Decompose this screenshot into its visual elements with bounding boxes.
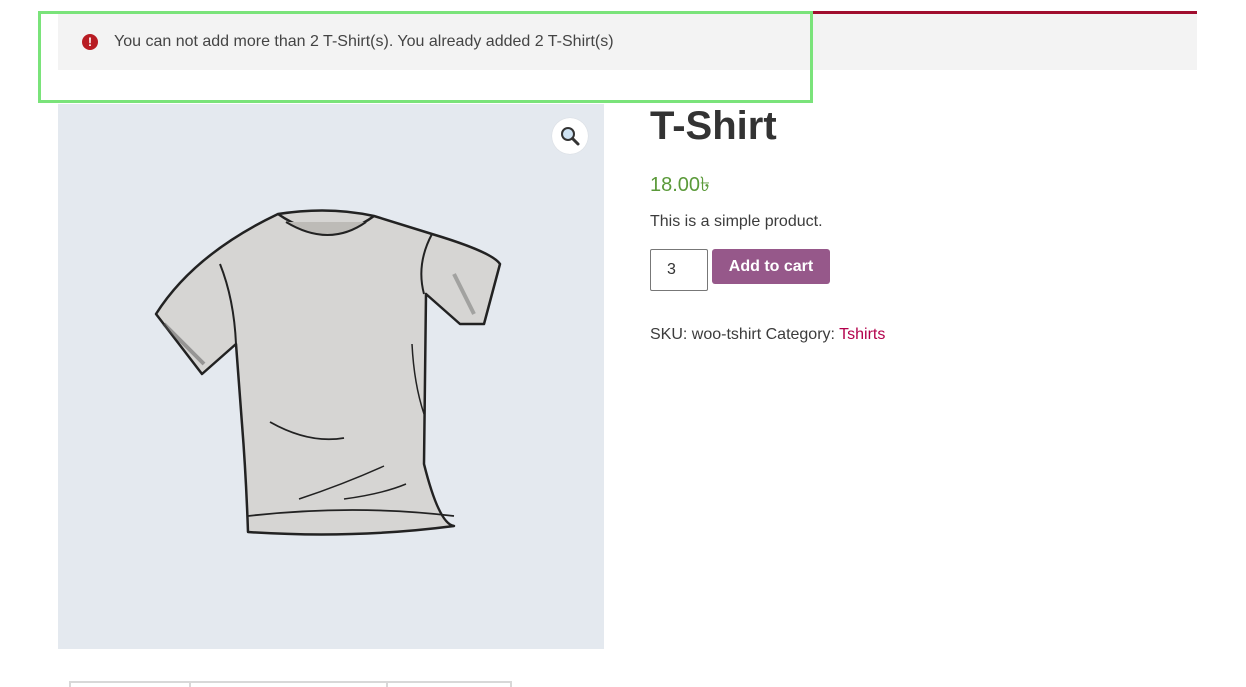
product-tabs (69, 681, 512, 687)
tshirt-image (154, 209, 502, 536)
sku-label: SKU: (650, 326, 688, 343)
error-notice: ! You can not add more than 2 T-Shirt(s)… (58, 11, 1197, 70)
category-label: Category: (765, 326, 835, 343)
magnifier-icon (561, 127, 580, 146)
category-link[interactable]: Tshirts (839, 326, 885, 343)
exclamation-icon: ! (82, 34, 98, 50)
product-gallery[interactable] (58, 104, 604, 649)
product-meta: SKU: woo-tshirt Category: Tshirts (650, 326, 885, 344)
zoom-button[interactable] (552, 118, 588, 154)
product-description: This is a simple product. (650, 213, 823, 230)
product-price: 18.00৳ (650, 174, 711, 196)
tab-description[interactable] (69, 681, 191, 687)
sku-value: woo-tshirt (691, 326, 762, 343)
tab-additional-info[interactable] (189, 681, 388, 687)
add-to-cart-button[interactable]: Add to cart (712, 249, 830, 284)
tab-reviews[interactable] (386, 681, 512, 687)
product-title: T-Shirt (650, 104, 777, 148)
notice-text: You can not add more than 2 T-Shirt(s). … (114, 33, 614, 50)
quantity-input[interactable] (650, 249, 708, 291)
